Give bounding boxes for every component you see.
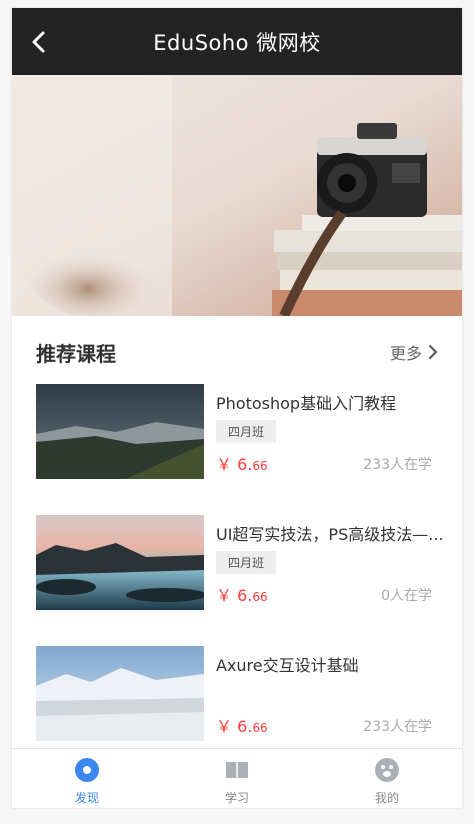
chevron-right-icon: [429, 345, 438, 359]
section-title: 推荐课程: [36, 342, 116, 366]
tab-discover[interactable]: 发现: [12, 749, 162, 808]
tab-label: 发现: [74, 791, 99, 805]
course-title: UI超写实技法，PS高级技法—...: [216, 525, 444, 544]
book-icon: [225, 758, 249, 782]
bottom-tab-bar: 发现 学习 我的: [12, 748, 462, 808]
course-thumbnail: [36, 646, 204, 741]
discover-icon: [75, 758, 99, 782]
recommended-section-header: 推荐课程 更多: [12, 316, 462, 382]
tab-study[interactable]: 学习: [162, 749, 312, 808]
top-navigation-bar: EduSoho 微网校: [12, 8, 462, 75]
page-title: EduSoho 微网校: [153, 31, 321, 55]
app-screen: EduSoho 微网校 推荐课程 更多 Photoshop基础入门教程 四月班 …: [12, 8, 462, 808]
tab-profile[interactable]: 我的: [312, 749, 462, 808]
more-label: 更多: [389, 344, 422, 363]
course-thumbnail: [36, 384, 204, 479]
course-item[interactable]: Photoshop基础入门教程 四月班 ￥ 6.66 233人在学: [12, 384, 462, 484]
banner-image[interactable]: [12, 75, 462, 316]
tab-label: 学习: [224, 791, 249, 805]
course-title: Axure交互设计基础: [216, 656, 359, 675]
tab-label: 我的: [374, 791, 399, 805]
course-price: ￥ 6.66: [216, 586, 268, 605]
course-price: ￥ 6.66: [216, 717, 268, 736]
class-tag: 四月班: [216, 420, 277, 443]
more-link[interactable]: 更多: [390, 340, 438, 364]
course-price: ￥ 6.66: [216, 455, 268, 474]
course-thumbnail: [36, 515, 204, 610]
student-count: 233人在学: [363, 719, 432, 735]
student-count: 233人在学: [363, 457, 432, 473]
class-tag: 四月班: [216, 551, 277, 574]
course-item[interactable]: Axure交互设计基础 ￥ 6.66 233人在学: [12, 646, 462, 746]
student-count: 0人在学: [381, 588, 432, 604]
profile-icon: [375, 758, 399, 782]
course-title: Photoshop基础入门教程: [216, 394, 397, 413]
course-item[interactable]: UI超写实技法，PS高级技法—... 四月班 ￥ 6.66 0人在学: [12, 515, 462, 615]
